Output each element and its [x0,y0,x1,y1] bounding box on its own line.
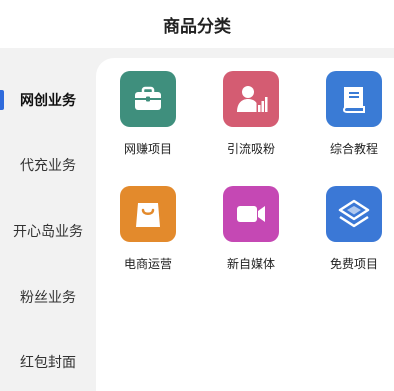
sidebar-item-label: 网创业务 [20,93,76,109]
tile-dianshang[interactable]: 电商运营 [98,186,198,286]
tile-label: 电商运营 [123,257,172,271]
shopping-bag-icon [136,203,160,227]
page-title: 商品分类 [163,16,231,37]
tile-icon-box [223,186,279,242]
user-growth-icon [237,86,268,112]
tile-wangzhuan[interactable]: 网赚项目 [98,71,198,171]
briefcase-icon [135,86,161,110]
layers-icon [338,199,370,228]
tile-icon-box [223,71,279,127]
sidebar-item-hongbao[interactable]: 红包封面 [0,336,96,388]
sidebar-item-label: 红包封面 [20,355,76,371]
sidebar-item-daichong[interactable]: 代充业务 [0,139,96,191]
category-sidebar: 网创业务 代充业务 开心岛业务 粉丝业务 红包封面 [0,48,96,391]
category-grid: 网赚项目 引流吸粉 综合教程 电商运营 新自媒体 免费项目 [96,58,394,391]
sidebar-item-wangchuang[interactable]: 网创业务 [0,74,96,126]
category-body: 网创业务 代充业务 开心岛业务 粉丝业务 红包封面 网赚项目 引流吸粉 综合教程… [0,48,394,391]
sidebar-item-fensi[interactable]: 粉丝业务 [0,271,96,323]
tile-label: 新自媒体 [226,257,275,271]
tile-icon-box [120,186,176,242]
tile-label: 引流吸粉 [226,142,275,156]
sidebar-item-label: 粉丝业务 [20,290,76,306]
tile-icon-box [326,71,382,127]
tile-label: 免费项目 [329,257,378,271]
book-icon [342,87,365,113]
page-header: 商品分类 [0,0,394,48]
tile-yinliu[interactable]: 引流吸粉 [201,71,301,171]
video-camera-icon [237,206,265,222]
sidebar-item-label: 开心岛业务 [13,224,83,240]
sidebar-item-label: 代充业务 [20,158,76,174]
tile-label: 综合教程 [329,142,378,156]
tile-zonghe[interactable]: 综合教程 [304,71,394,171]
tile-zimeiti[interactable]: 新自媒体 [201,186,301,286]
tile-icon-box [120,71,176,127]
tile-mianfei[interactable]: 免费项目 [304,186,394,286]
tile-label: 网赚项目 [123,142,172,156]
sidebar-item-kaixindao[interactable]: 开心岛业务 [0,205,96,257]
tile-icon-box [326,186,382,242]
active-indicator [0,90,4,110]
